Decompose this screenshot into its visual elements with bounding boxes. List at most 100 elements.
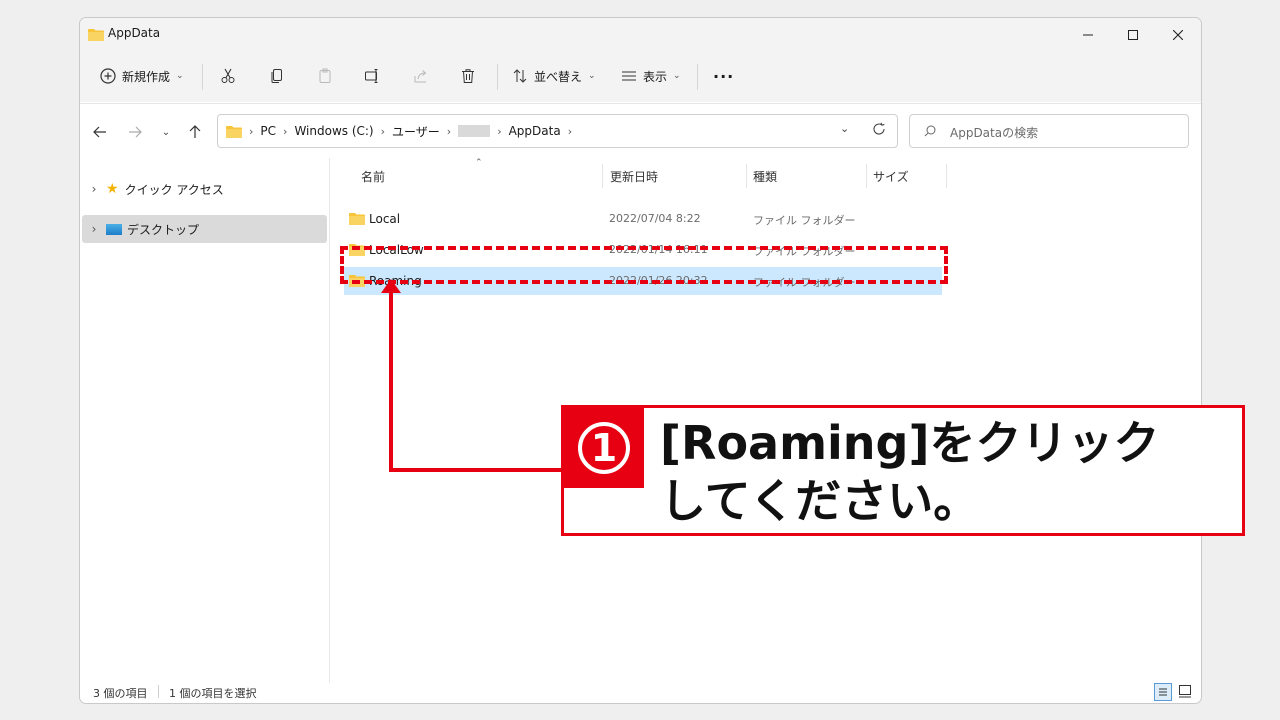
chevron-right-icon: › xyxy=(283,124,288,138)
instruction-callout: 1 [Roaming]をクリック してください。 xyxy=(561,405,1245,536)
new-label: 新規作成 xyxy=(122,69,171,84)
back-button[interactable] xyxy=(92,124,108,140)
cut-button[interactable] xyxy=(220,63,236,89)
column-header-type[interactable]: 種類 xyxy=(753,164,777,188)
more-options-button[interactable]: ··· xyxy=(713,63,734,89)
sidebar-item-label: クイック アクセス xyxy=(124,182,224,197)
details-view-icon[interactable] xyxy=(1154,683,1172,701)
chevron-down-icon: ⌄ xyxy=(673,71,681,81)
sidebar-item-quick-access[interactable]: › ★ クイック アクセス xyxy=(82,175,327,203)
new-button[interactable]: 新規作成 ⌄ xyxy=(100,63,184,89)
rename-icon xyxy=(365,69,378,83)
breadcrumb-pc[interactable]: PC xyxy=(260,124,276,138)
scissors-icon xyxy=(221,68,235,83)
folder-icon xyxy=(349,213,365,225)
refresh-icon[interactable] xyxy=(872,121,886,140)
share-button[interactable] xyxy=(413,63,429,89)
chevron-right-icon: › xyxy=(380,124,386,138)
desktop-icon xyxy=(106,223,122,235)
column-divider[interactable] xyxy=(746,164,747,188)
selection-highlight-box xyxy=(340,246,948,284)
chevron-down-icon: ⌄ xyxy=(176,71,184,81)
ellipsis-icon: ··· xyxy=(713,66,735,86)
chevron-down-icon: ⌄ xyxy=(161,126,171,138)
star-icon: ★ xyxy=(106,181,119,197)
callout-arrow-vertical xyxy=(389,288,393,472)
chevron-right-icon: › xyxy=(446,124,452,138)
file-date: 2022/07/04 8:22 xyxy=(609,212,701,225)
column-divider[interactable] xyxy=(602,164,603,188)
status-bar: 3 個の項目 1 個の項目を選択 xyxy=(80,683,1201,703)
chevron-right-icon: › xyxy=(567,124,573,138)
sort-label: 並べ替え xyxy=(534,69,583,84)
breadcrumb: › PC › Windows (C:) › ユーザー › › AppData › xyxy=(226,115,572,147)
chevron-down-icon: ⌄ xyxy=(588,71,596,81)
title-bar: AppData xyxy=(80,18,1201,52)
breadcrumb-username-redacted[interactable] xyxy=(458,125,491,137)
up-button[interactable] xyxy=(187,124,203,140)
explorer-window: AppData 新規作成 ⌄ 並べ替え ⌄ 表示 ⌄ ··· ⌄ › PC › … xyxy=(79,17,1202,704)
view-button[interactable]: 表示 ⌄ xyxy=(621,63,681,89)
step-number-badge: 1 xyxy=(564,408,644,488)
column-header-date[interactable]: 更新日時 xyxy=(610,164,658,188)
column-divider[interactable] xyxy=(946,164,947,188)
breadcrumb-users[interactable]: ユーザー xyxy=(392,123,440,140)
breadcrumb-drive[interactable]: Windows (C:) xyxy=(294,124,373,138)
item-count: 3 個の項目 xyxy=(93,687,148,700)
forward-button[interactable] xyxy=(127,124,143,140)
view-label: 表示 xyxy=(643,69,668,84)
separator xyxy=(497,64,498,90)
search-icon xyxy=(924,125,936,137)
tiles-view-icon[interactable] xyxy=(1178,684,1192,701)
trash-icon xyxy=(462,69,474,83)
paste-button[interactable] xyxy=(317,63,333,89)
sort-icon xyxy=(513,69,527,83)
sort-indicator-icon: ⌃ xyxy=(475,158,483,168)
paste-icon xyxy=(319,68,331,83)
chevron-right-icon[interactable]: › xyxy=(82,222,106,236)
file-name: Local xyxy=(369,212,401,226)
column-header-name[interactable]: 名前 xyxy=(361,164,385,188)
breadcrumb-appdata[interactable]: AppData xyxy=(509,124,561,138)
column-divider[interactable] xyxy=(866,164,867,188)
file-type: ファイル フォルダー xyxy=(753,214,856,227)
sidebar-item-label: デスクトップ xyxy=(127,222,200,237)
folder-icon xyxy=(226,125,242,138)
view-list-icon xyxy=(622,71,636,81)
share-icon xyxy=(414,70,427,83)
chevron-right-icon: › xyxy=(497,124,502,138)
window-title: AppData xyxy=(108,26,161,40)
callout-arrow-horizontal xyxy=(389,468,561,472)
close-button[interactable] xyxy=(1155,18,1201,52)
navigation-pane: › ★ クイック アクセス › デスクトップ xyxy=(80,158,330,683)
plus-circle-icon xyxy=(100,68,116,84)
delete-button[interactable] xyxy=(460,63,476,89)
chevron-right-icon[interactable]: › xyxy=(82,182,106,196)
arrow-up-icon xyxy=(189,125,201,138)
copy-icon xyxy=(271,69,282,83)
arrow-left-icon xyxy=(93,126,106,138)
separator xyxy=(697,64,698,90)
address-row: ⌄ › PC › Windows (C:) › ユーザー › › AppData… xyxy=(80,103,1201,158)
separator xyxy=(158,685,159,698)
instruction-text: [Roaming]をクリック してください。 xyxy=(660,416,1160,528)
chevron-right-icon: › xyxy=(249,124,254,138)
arrow-right-icon xyxy=(129,126,142,138)
table-row[interactable]: Local 2022/07/04 8:22 ファイル フォルダー xyxy=(344,205,942,233)
copy-button[interactable] xyxy=(269,63,285,89)
search-placeholder: AppDataの検索 xyxy=(950,126,1039,140)
column-header-size[interactable]: サイズ xyxy=(873,164,909,188)
address-bar[interactable]: › PC › Windows (C:) › ユーザー › › AppData ›… xyxy=(217,114,898,148)
separator xyxy=(202,64,203,90)
sidebar-item-desktop[interactable]: › デスクトップ xyxy=(82,215,327,243)
selection-count: 1 個の項目を選択 xyxy=(169,687,257,700)
search-input[interactable]: AppDataの検索 xyxy=(909,114,1189,148)
minimize-button[interactable] xyxy=(1065,18,1111,52)
maximize-button[interactable] xyxy=(1110,18,1156,52)
rename-button[interactable] xyxy=(364,63,380,89)
step-number: 1 xyxy=(578,422,630,474)
sort-button[interactable]: 並べ替え ⌄ xyxy=(512,63,596,89)
history-dropdown-icon[interactable]: ⌄ xyxy=(840,122,849,135)
recent-locations-button[interactable]: ⌄ xyxy=(158,124,174,140)
folder-icon xyxy=(88,26,104,45)
